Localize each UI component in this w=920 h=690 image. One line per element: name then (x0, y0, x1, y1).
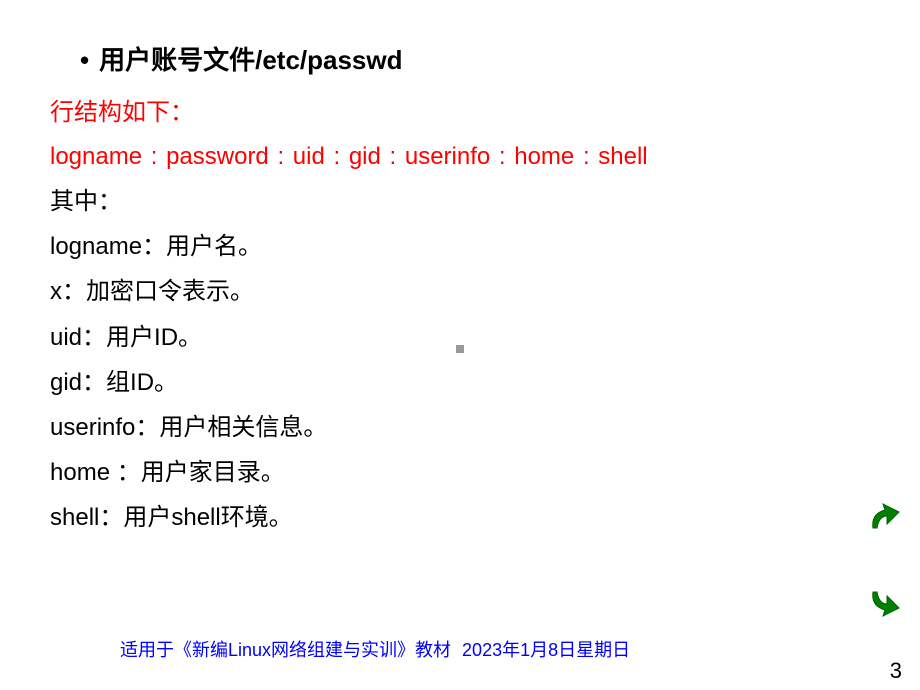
field-x: x：加密口令表示。 (50, 273, 870, 310)
bullet-marker: • (80, 45, 89, 76)
field-shell: shell：用户shell环境。 (50, 499, 870, 536)
page-number: 3 (890, 658, 902, 684)
return-arrow-icon[interactable] (865, 500, 905, 540)
field-logname: logname：用户名。 (50, 228, 870, 265)
footer-book: 适用于《新编Linux网络组建与实训》教材 (120, 640, 451, 660)
slide-title: • 用户账号文件/etc/passwd (50, 40, 870, 77)
footer-date: 2023年1月8日星期日 (462, 640, 630, 660)
title-text: 用户账号文件/etc/passwd (99, 45, 402, 75)
structure-label: 行结构如下： (50, 95, 870, 131)
field-userinfo: userinfo：用户相关信息。 (50, 409, 870, 446)
where-label: 其中： (50, 183, 870, 220)
field-gid: gid：组ID。 (50, 364, 870, 401)
forward-arrow-icon[interactable] (865, 580, 905, 620)
field-home: home ：用户家目录。 (50, 454, 870, 491)
structure-line: logname : password : uid : gid : userinf… (50, 139, 870, 175)
slide-footer: 适用于《新编Linux网络组建与实训》教材 2023年1月8日星期日 (0, 636, 920, 662)
center-marker-icon (456, 345, 464, 353)
